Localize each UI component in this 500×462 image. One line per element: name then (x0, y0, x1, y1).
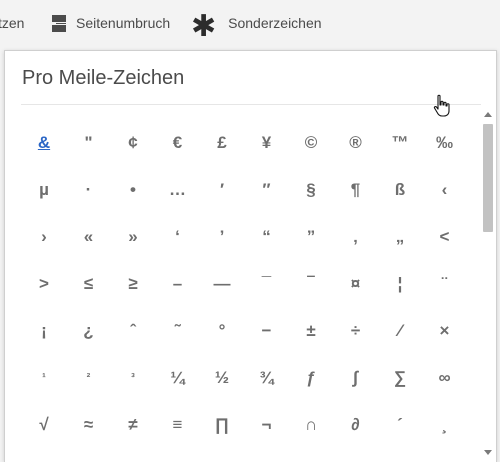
character-cell[interactable]: ≤ (66, 264, 112, 304)
character-cell[interactable]: ∩ (288, 405, 334, 445)
character-cell[interactable]: ¶ (333, 170, 379, 210)
character-cell[interactable]: · (66, 170, 112, 210)
scroll-up-arrow-icon[interactable] (484, 112, 492, 117)
character-cell[interactable]: ™ (377, 123, 423, 163)
hand-pointer-cursor-icon (433, 94, 450, 117)
page-break-icon (52, 14, 66, 32)
character-cell[interactable]: ¯ (244, 264, 290, 304)
character-cell[interactable]: « (66, 217, 112, 257)
character-cell[interactable]: > (21, 264, 67, 304)
character-cell[interactable]: ≡ (155, 405, 201, 445)
character-cell[interactable]: ‾ (288, 264, 334, 304)
character-cell[interactable]: ‚ (333, 217, 379, 257)
character-cell[interactable]: » (110, 217, 156, 257)
character-cell[interactable]: — (199, 264, 245, 304)
character-cell[interactable]: & (21, 123, 67, 163)
character-cell[interactable]: ˆ (110, 311, 156, 351)
scroll-down-arrow-icon[interactable] (484, 450, 492, 455)
character-cell[interactable]: ³ (110, 358, 156, 398)
character-cell[interactable]: ‹ (422, 170, 468, 210)
character-cell[interactable]: ‰ (422, 123, 468, 163)
character-cell[interactable]: … (155, 170, 201, 210)
character-cell[interactable]: ´ (377, 405, 423, 445)
page-break-label: Seitenumbruch (76, 15, 171, 31)
character-cell[interactable]: ″ (244, 170, 290, 210)
character-cell[interactable]: ¡ (21, 311, 67, 351)
character-cell[interactable]: ÷ (333, 311, 379, 351)
character-cell[interactable]: ¹ (21, 358, 67, 398)
character-cell[interactable]: ¼ (155, 358, 201, 398)
special-characters-button[interactable]: ✱ Sonderzeichen (191, 0, 322, 46)
character-cell[interactable]: ¬ (244, 405, 290, 445)
character-cell[interactable]: ” (288, 217, 334, 257)
character-cell[interactable]: ® (333, 123, 379, 163)
character-cell[interactable]: ≈ (66, 405, 112, 445)
character-cell[interactable]: ˜ (155, 311, 201, 351)
character-cell[interactable]: ¾ (244, 358, 290, 398)
character-cell[interactable]: ∑ (377, 358, 423, 398)
page-break-button[interactable]: Seitenumbruch (52, 0, 170, 46)
special-characters-label: Sonderzeichen (228, 15, 322, 31)
character-cell[interactable]: € (155, 123, 201, 163)
character-cell[interactable]: ≥ (110, 264, 156, 304)
character-cell[interactable]: ¿ (66, 311, 112, 351)
toolbar-item-truncated[interactable]: tzen (0, 0, 24, 46)
character-cell[interactable]: • (110, 170, 156, 210)
character-cell[interactable]: ’ (199, 217, 245, 257)
character-cell[interactable]: ¥ (244, 123, 290, 163)
character-cell[interactable]: ¸ (422, 405, 468, 445)
title-divider (21, 104, 481, 105)
character-cell[interactable]: ∏ (199, 405, 245, 445)
character-cell[interactable]: ½ (199, 358, 245, 398)
popover-title: Pro Meile-Zeichen (22, 67, 185, 89)
character-cell[interactable]: " (66, 123, 112, 163)
character-cell[interactable]: ƒ (288, 358, 334, 398)
toolbar: tzen Seitenumbruch ✱ Sonderzeichen (0, 0, 500, 46)
character-cell[interactable]: ° (199, 311, 245, 351)
character-cell[interactable]: “ (244, 217, 290, 257)
character-cell[interactable]: ¦ (377, 264, 423, 304)
asterisk-icon: ✱ (191, 10, 217, 43)
character-cell[interactable]: µ (21, 170, 67, 210)
character-cell[interactable]: ¤ (333, 264, 379, 304)
character-cell[interactable]: − (244, 311, 290, 351)
character-cell[interactable]: ² (66, 358, 112, 398)
character-cell[interactable]: ∫ (333, 358, 379, 398)
character-cell[interactable]: § (288, 170, 334, 210)
character-cell[interactable]: ß (377, 170, 423, 210)
scrollbar[interactable] (481, 106, 495, 462)
character-cell[interactable]: < (422, 217, 468, 257)
character-cell[interactable]: ∂ (333, 405, 379, 445)
character-cell[interactable]: ¨ (422, 264, 468, 304)
toolbar-item-label: tzen (0, 15, 25, 31)
character-cell[interactable]: ¢ (110, 123, 156, 163)
special-characters-popover: Pro Meile-Zeichen & " ¢ € £ ¥ © ® ™ ‰ µ · •… ′ ″ § ¶ ß ‹ › «… (4, 50, 497, 462)
character-cell[interactable]: – (155, 264, 201, 304)
character-cell[interactable]: „ (377, 217, 423, 257)
character-cell[interactable]: £ (199, 123, 245, 163)
character-cell[interactable]: ‘ (155, 217, 201, 257)
character-cell[interactable]: › (21, 217, 67, 257)
character-cell[interactable]: ′ (199, 170, 245, 210)
scroll-thumb[interactable] (483, 124, 493, 232)
character-cell[interactable]: ± (288, 311, 334, 351)
character-cell[interactable]: ∞ (422, 358, 468, 398)
character-cell[interactable]: √ (21, 405, 67, 445)
character-cell[interactable]: × (422, 311, 468, 351)
character-cell[interactable]: ⁄ (377, 311, 423, 351)
character-cell[interactable]: ≠ (110, 405, 156, 445)
character-cell[interactable]: © (288, 123, 334, 163)
